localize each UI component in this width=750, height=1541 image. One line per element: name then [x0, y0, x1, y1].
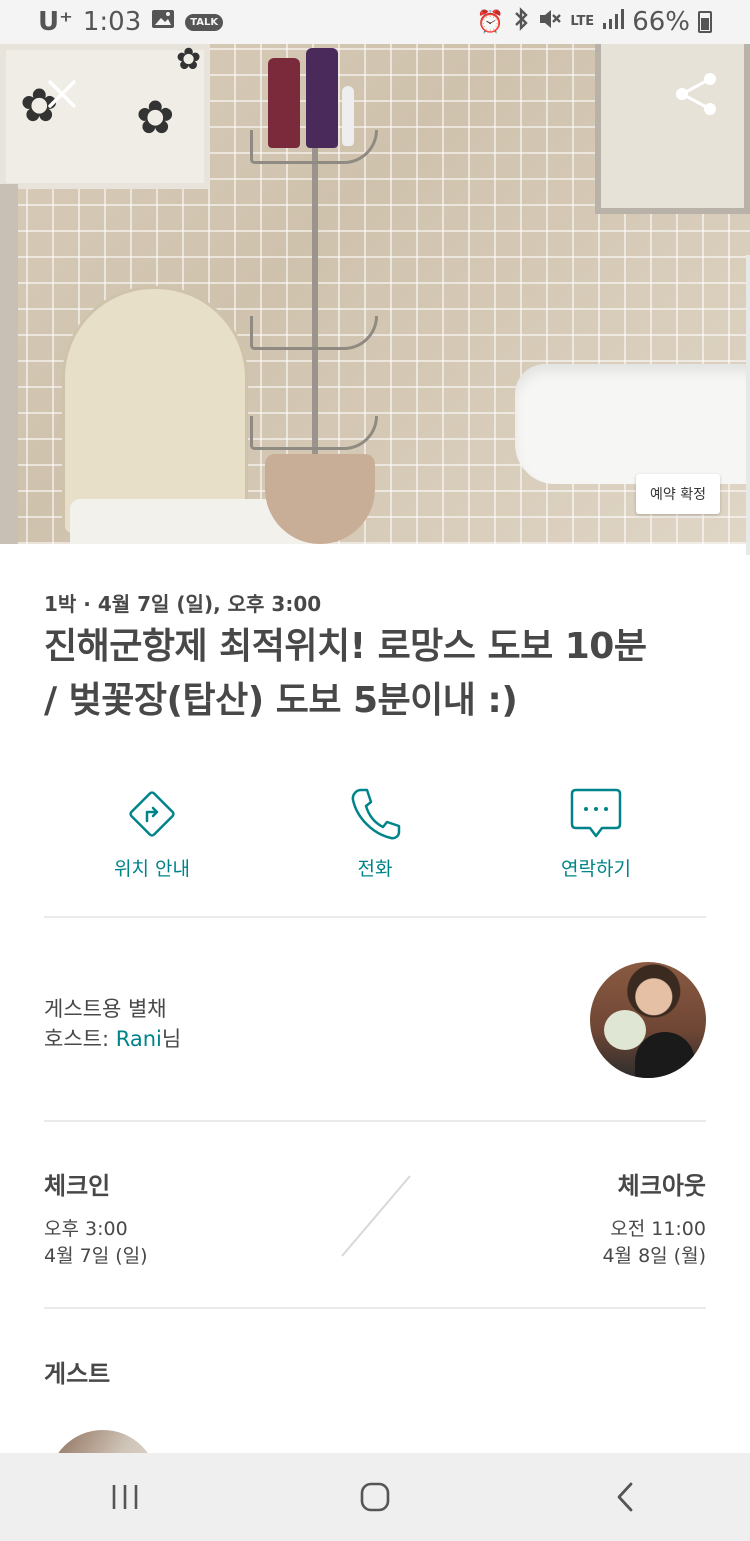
- photo-window: ✿ ✿ ✿: [0, 44, 210, 189]
- listing-photo[interactable]: ✿ ✿ ✿ 예약 확정: [0, 44, 750, 544]
- battery-icon: [698, 11, 712, 33]
- listing-type: 게스트용 별채: [44, 997, 167, 1021]
- listing-title: 진해군항제 최적위치! 로망스 도보 10분 / 벚꽃장(탑산) 도보 5분이내…: [44, 620, 714, 728]
- listing-title-line-1: 진해군항제 최적위치! 로망스 도보 10분: [44, 626, 647, 667]
- directions-icon: [129, 791, 175, 837]
- signal-icon: [602, 8, 625, 36]
- checkin-label: 체크인: [44, 1172, 111, 1200]
- back-button[interactable]: [580, 1467, 670, 1527]
- recent-apps-icon: [112, 1485, 138, 1509]
- message-icon: [570, 788, 622, 838]
- message-button[interactable]: 연락하기: [521, 786, 671, 881]
- divider: [44, 916, 706, 918]
- recent-apps-button[interactable]: [80, 1467, 170, 1527]
- alarm-icon: ⏰: [476, 9, 505, 35]
- divider: [44, 1307, 706, 1309]
- battery-percent: 66%: [632, 7, 690, 37]
- home-icon: [360, 1482, 390, 1512]
- bluetooth-icon: [512, 7, 530, 37]
- photo-mirror: [595, 44, 750, 214]
- phone-icon: [351, 788, 401, 840]
- booking-status-badge: 예약 확정: [636, 474, 720, 514]
- call-label: 전화: [357, 858, 393, 880]
- directions-button[interactable]: 위치 안내: [77, 786, 227, 881]
- divider: [44, 1120, 706, 1122]
- directions-label: 위치 안내: [114, 858, 190, 880]
- call-button[interactable]: 전화: [300, 786, 450, 881]
- checkout-time: 오전 11:00: [610, 1218, 706, 1240]
- host-name-link[interactable]: Rani: [116, 1027, 162, 1051]
- mute-icon: [538, 8, 562, 36]
- system-navigation-bar: [0, 1453, 750, 1541]
- photo-sink: [515, 364, 750, 484]
- host-avatar[interactable]: [590, 962, 706, 1078]
- carrier-label: U⁺: [38, 7, 73, 37]
- checkout-label: 체크아웃: [617, 1172, 706, 1200]
- gallery-icon: [151, 8, 175, 36]
- checkout-date: 4월 8일 (월): [602, 1245, 706, 1267]
- guests-heading: 게스트: [44, 1360, 111, 1388]
- host-line: 호스트: Rani님: [44, 1027, 182, 1051]
- message-label: 연락하기: [561, 858, 631, 880]
- clock: 1:03: [82, 7, 142, 37]
- checkin-checkout-separator: [341, 1175, 411, 1257]
- trip-detail-screen: U⁺ 1:03 TALK ⏰ LTE 66% ✿ ✿ ✿ 예약 확정 1박 · …: [0, 0, 750, 1541]
- scroll-indicator: [746, 255, 750, 555]
- trip-meta: 1박 · 4월 7일 (일), 오후 3:00: [44, 592, 322, 616]
- home-button[interactable]: [330, 1467, 420, 1527]
- status-bar: U⁺ 1:03 TALK ⏰ LTE 66%: [0, 0, 750, 44]
- share-icon[interactable]: [672, 72, 720, 116]
- checkin-date: 4월 7일 (일): [44, 1245, 148, 1267]
- network-type-label: LTE: [570, 14, 595, 29]
- checkin-time: 오후 3:00: [44, 1218, 128, 1240]
- listing-title-line-2: / 벚꽃장(탑산) 도보 5분이내 :): [44, 680, 518, 721]
- action-row: 위치 안내 전화 연락하기: [44, 786, 706, 886]
- back-icon: [617, 1482, 633, 1512]
- kakaotalk-icon: TALK: [185, 13, 224, 31]
- close-icon[interactable]: [42, 74, 82, 114]
